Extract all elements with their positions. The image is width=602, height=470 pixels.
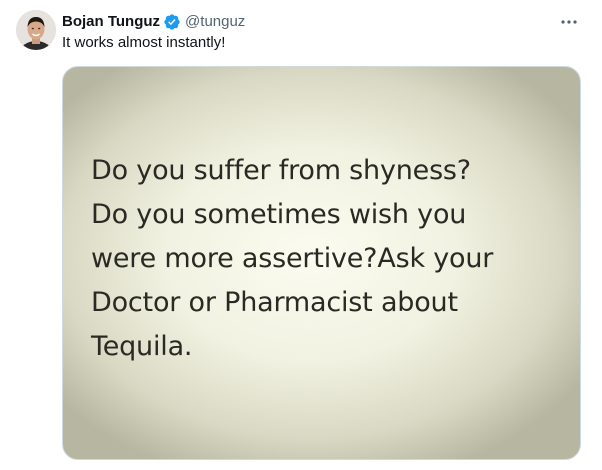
tweet-image[interactable]: Do you suffer from shyness? Do you somet… bbox=[62, 66, 581, 460]
image-text-line: Do you sometimes wish you bbox=[91, 199, 467, 230]
profile-photo-icon bbox=[16, 10, 56, 50]
image-text: Do you suffer from shyness? Do you somet… bbox=[91, 149, 561, 369]
more-options-button[interactable] bbox=[558, 12, 580, 32]
tweet-text: It works almost instantly! bbox=[62, 34, 226, 51]
image-text-line: Do you suffer from shyness? bbox=[91, 155, 471, 186]
more-horizontal-icon bbox=[561, 20, 577, 24]
tweet-header: Bojan Tunguz @tunguz bbox=[62, 12, 245, 32]
display-name[interactable]: Bojan Tunguz bbox=[62, 12, 160, 32]
avatar[interactable] bbox=[16, 10, 56, 50]
tweet: Bojan Tunguz @tunguz It works almost ins… bbox=[0, 0, 602, 470]
image-text-line: Doctor or Pharmacist about bbox=[91, 287, 458, 318]
image-text-line: were more assertive?Ask your bbox=[91, 243, 494, 274]
verified-badge-icon[interactable] bbox=[163, 13, 181, 31]
image-text-line: Tequila. bbox=[91, 331, 193, 362]
user-handle[interactable]: @tunguz bbox=[185, 12, 245, 32]
